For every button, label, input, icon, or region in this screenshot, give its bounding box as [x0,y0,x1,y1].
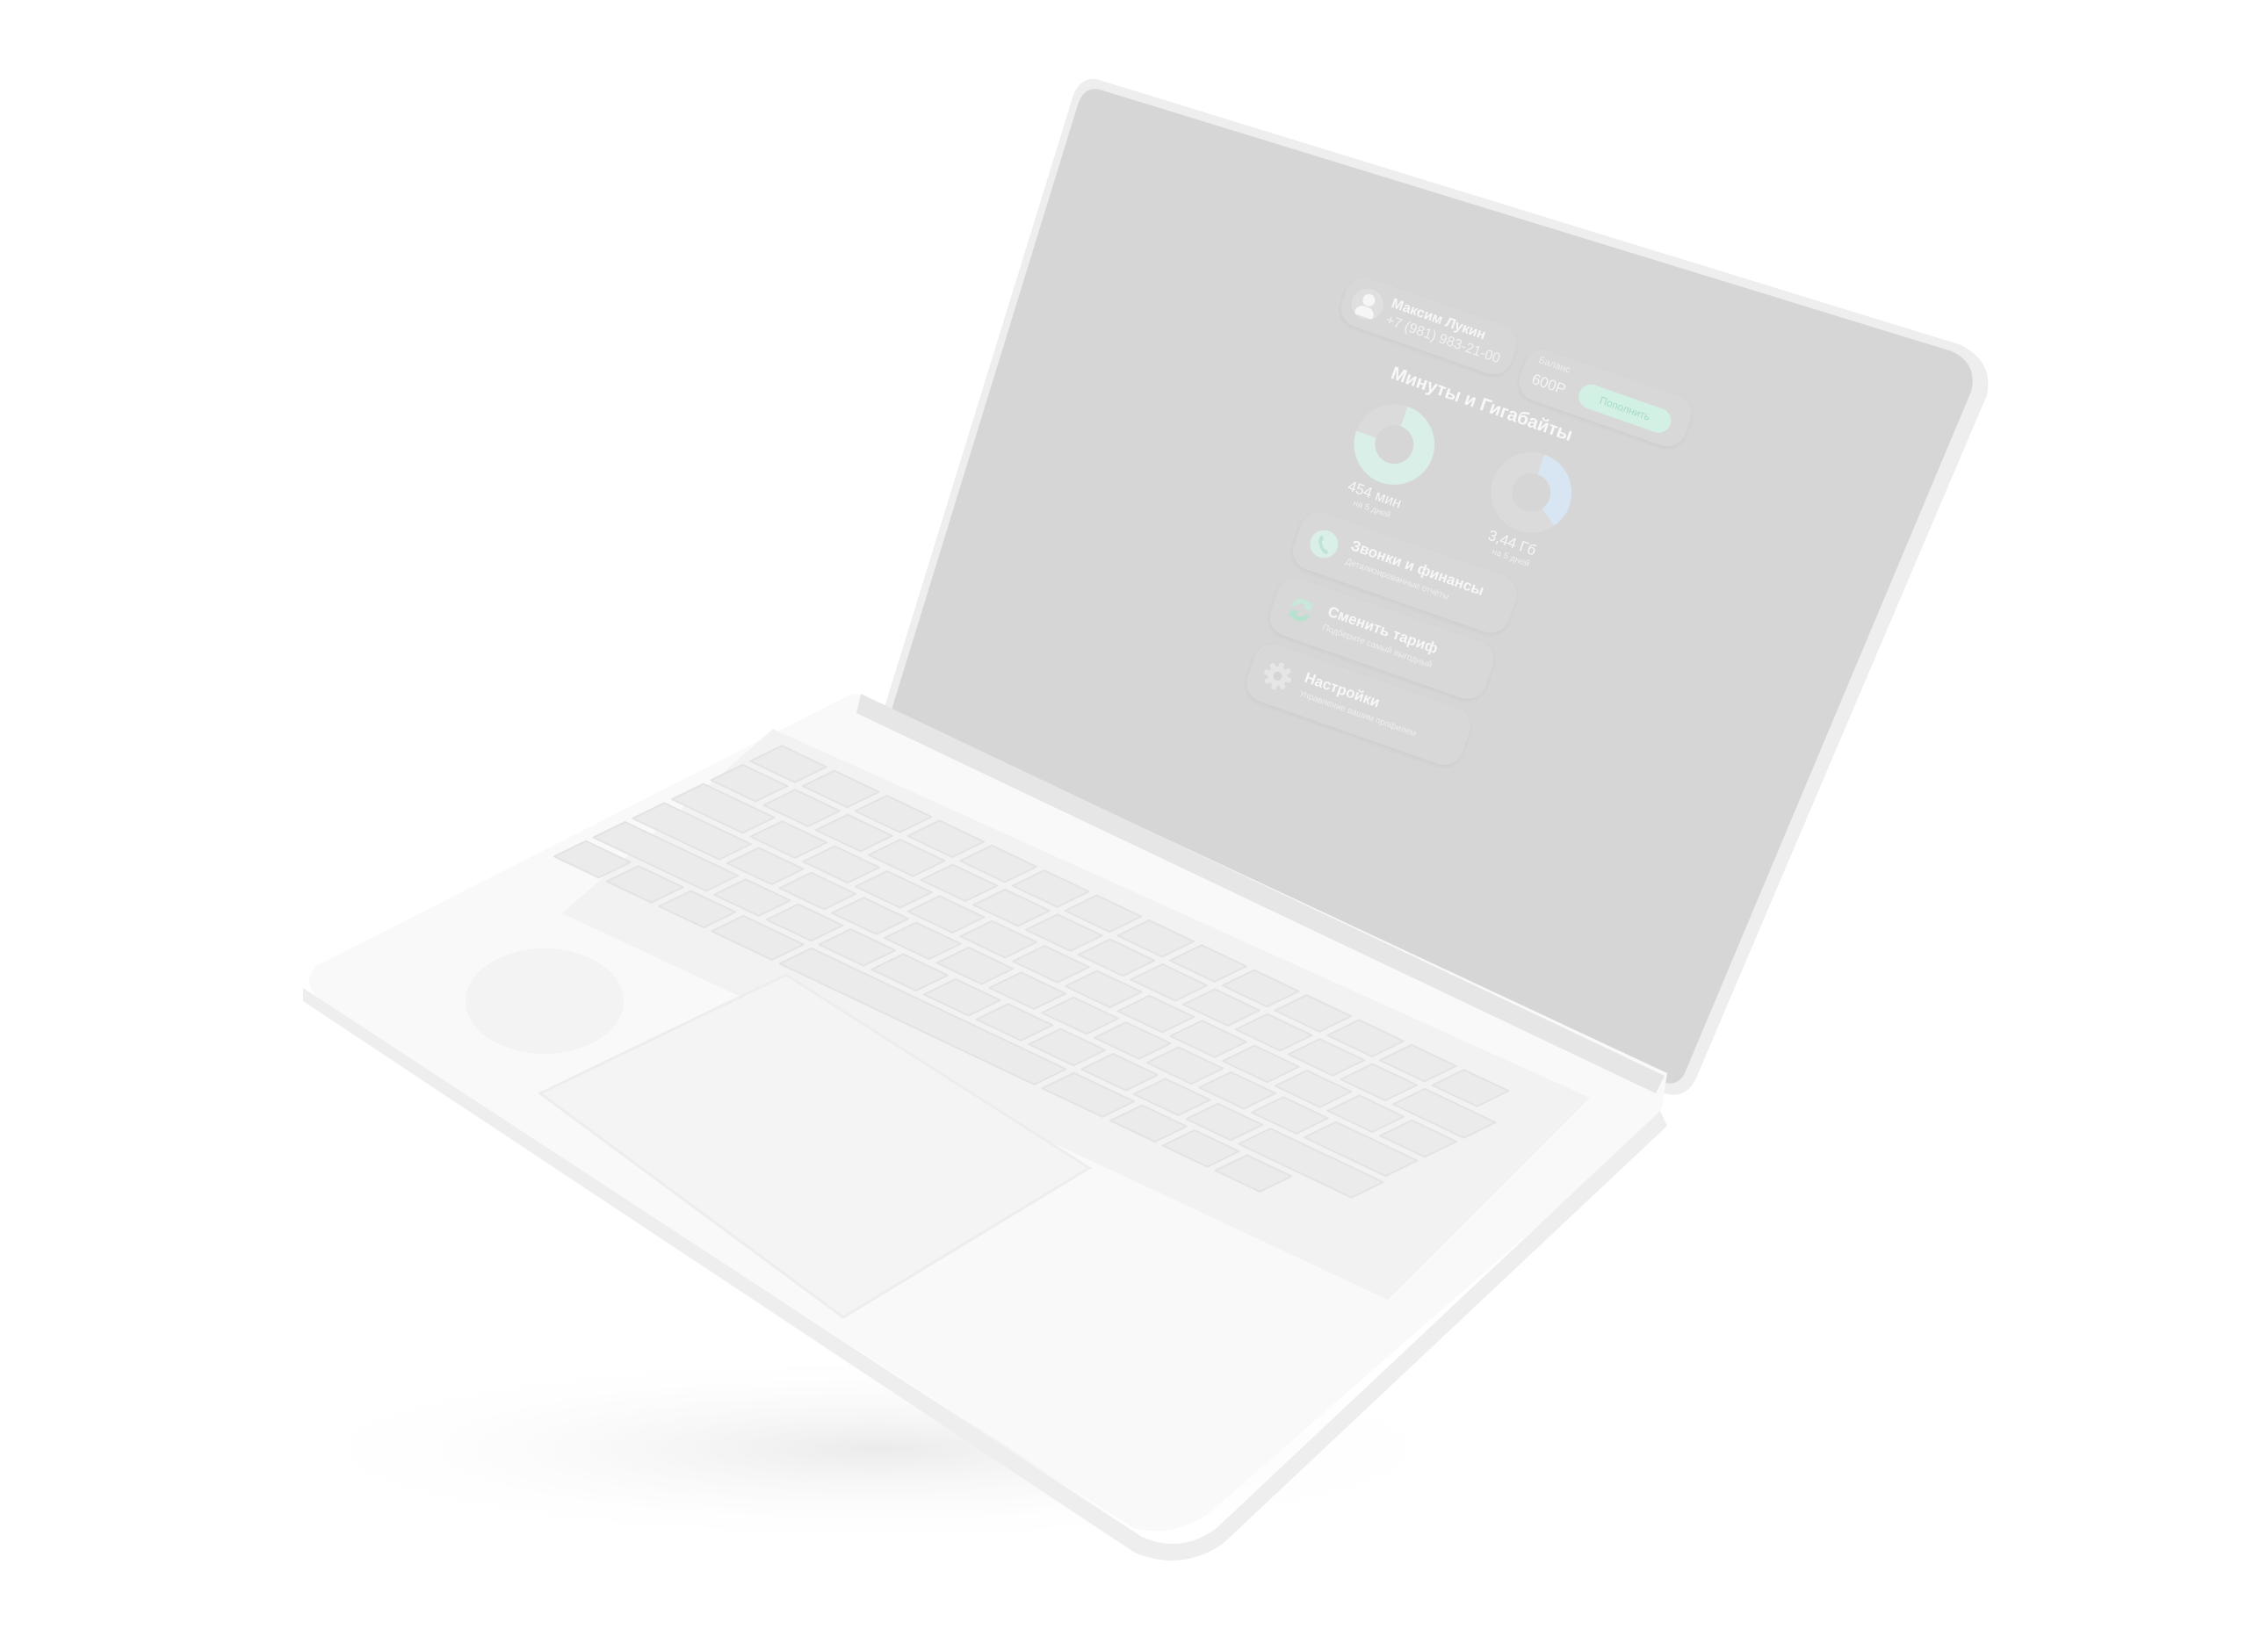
laptop-mockup-stage: Максим Лукин +7 (981) 983-21-00 Баланс 6… [0,0,2268,1651]
avatar [1347,284,1388,325]
swap-arrows-icon [1288,598,1314,622]
laptop-illustration [264,78,1989,1561]
topup-button[interactable]: Пополнить [1575,380,1675,436]
balance-value: 600Р [1529,371,1569,398]
gear-icon [1264,662,1292,690]
avatar-person-body [1354,303,1376,321]
phone-icon [1310,530,1339,559]
palm-rest-highlight [466,948,624,1054]
